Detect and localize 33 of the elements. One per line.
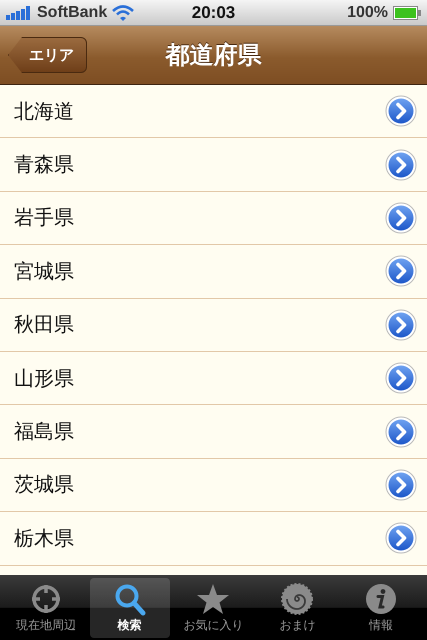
star-icon [195,582,232,616]
disclosure-button[interactable] [385,148,417,181]
wifi-icon [112,4,134,20]
disclosure-button[interactable] [385,468,417,501]
spiral-gear-icon [279,582,316,616]
prefecture-name[interactable]: 青森県 [14,151,74,178]
clock-time: 20:03 [192,2,236,22]
prefecture-name[interactable]: 福島県 [14,418,74,446]
prefecture-name[interactable]: 北海道 [14,98,74,125]
disclosure-button[interactable] [385,255,417,288]
battery-percent: 100% [347,4,388,22]
tab[interactable]: 情報 [341,578,422,638]
disclosure-button[interactable] [385,202,417,234]
disclosure-button[interactable] [385,308,417,341]
disclosure-button[interactable] [385,416,417,448]
tab[interactable]: お気に入り [173,578,254,638]
tab[interactable]: 検索 [90,578,170,638]
prefecture-name[interactable]: 宮城県 [14,258,74,285]
battery-icon [392,6,421,20]
disclosure-button[interactable] [385,95,417,128]
prefecture-name[interactable]: 秋田県 [14,311,74,338]
prefecture-name[interactable]: 岩手県 [14,204,74,232]
prefecture-name[interactable]: 茨城県 [14,471,74,498]
back-button[interactable]: エリア [8,37,87,73]
disclosure-button[interactable] [385,522,417,554]
disclosure-button[interactable] [385,362,417,394]
prefecture-name[interactable]: 山形県 [14,364,74,392]
carrier-name: SoftBank [37,4,108,22]
tab[interactable]: 現在地周辺 [6,578,86,638]
signal-icon [6,6,32,20]
prefecture-name[interactable]: 栃木県 [14,524,74,552]
screen-title: 都道府県 [166,40,262,71]
tab[interactable]: おまけ [257,578,338,638]
